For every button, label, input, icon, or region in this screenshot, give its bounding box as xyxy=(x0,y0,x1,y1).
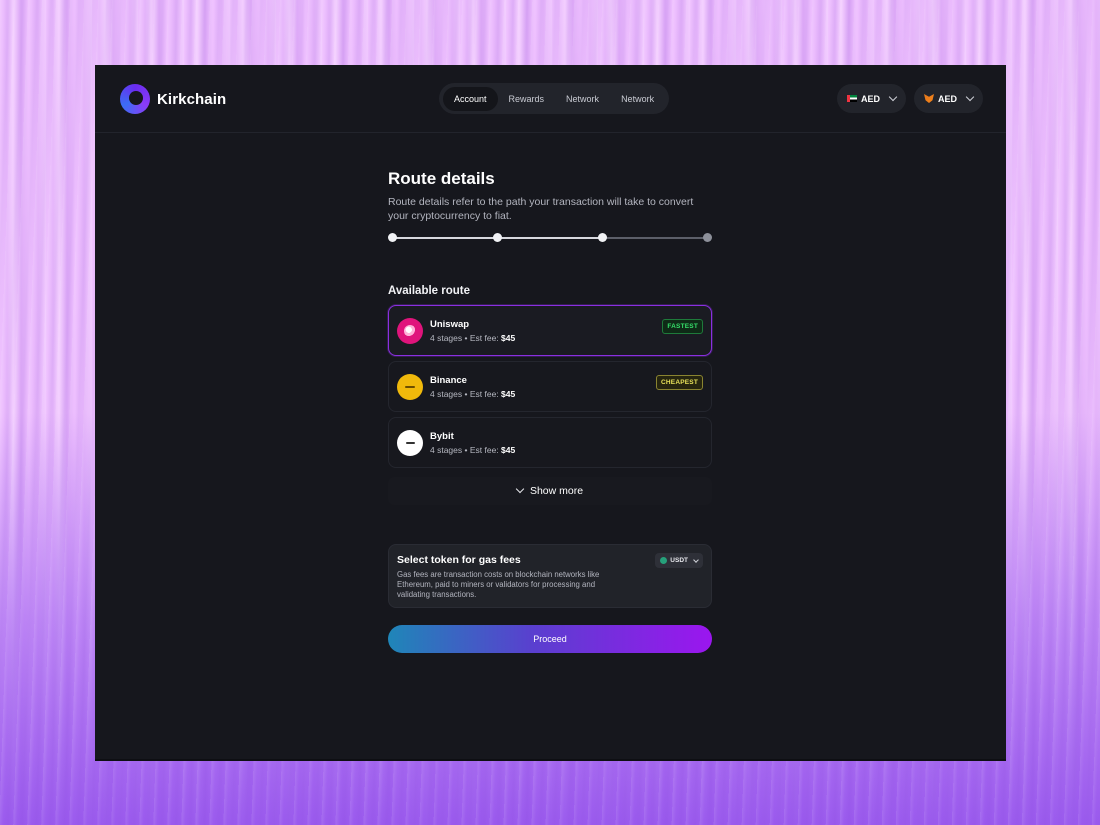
route-option-binance[interactable]: Binance 4 stages • Est fee: $45 CHEAPEST xyxy=(388,361,712,412)
route-fee-label: Est fee: xyxy=(469,445,499,455)
page-title: Route details xyxy=(388,169,495,188)
route-name: Uniswap xyxy=(430,319,470,330)
route-fee-label: Est fee: xyxy=(469,389,499,399)
route-stages: 4 stages xyxy=(430,389,463,399)
uniswap-logo-icon xyxy=(397,318,423,344)
show-more-button[interactable]: Show more xyxy=(388,477,712,505)
step-dot-4 xyxy=(703,233,712,242)
top-bar: Kirkchain Account Rewards Network Networ… xyxy=(95,65,1006,133)
page-description: Route details refer to the path your tra… xyxy=(388,196,694,222)
route-fee: $45 xyxy=(501,333,516,343)
route-fee: $45 xyxy=(501,445,516,455)
route-details-panel: Route details Route details refer to the… xyxy=(388,169,712,653)
main-nav: Account Rewards Network Network xyxy=(439,83,670,114)
progress-stepper xyxy=(388,233,712,243)
gas-token-value: USDT xyxy=(670,557,688,564)
tab-account[interactable]: Account xyxy=(443,86,498,111)
step-dot-3 xyxy=(598,233,607,242)
tab-rewards[interactable]: Rewards xyxy=(498,87,556,111)
uae-flag-icon xyxy=(847,95,857,102)
cheapest-badge: CHEAPEST xyxy=(656,375,703,390)
route-fee-label: Est fee: xyxy=(469,333,499,343)
gas-description: Gas fees are transaction costs on blockc… xyxy=(397,570,600,599)
usdt-icon xyxy=(660,557,668,564)
brand-name: Kirkchain xyxy=(157,90,227,108)
progress-line-remaining xyxy=(603,237,707,239)
gas-token-card: Select token for gas fees Gas fees are t… xyxy=(388,544,712,608)
gas-title: Select token for gas fees xyxy=(397,554,521,566)
route-stages: 4 stages xyxy=(430,445,463,455)
route-meta: 4 stages • Est fee: $45 xyxy=(430,333,516,343)
route-name: Bybit xyxy=(430,431,454,442)
fiat-currency-selector[interactable]: AED xyxy=(837,84,907,113)
gas-token-select[interactable]: USDT xyxy=(655,553,703,568)
binance-logo-icon xyxy=(397,374,423,400)
route-option-bybit[interactable]: Bybit 4 stages • Est fee: $45 xyxy=(388,417,712,468)
step-dot-2 xyxy=(493,233,502,242)
show-more-label: Show more xyxy=(529,485,584,497)
bybit-logo-icon xyxy=(397,430,423,456)
chevron-down-icon xyxy=(693,556,699,563)
fiat-currency-label: AED xyxy=(861,93,881,104)
route-meta: 4 stages • Est fee: $45 xyxy=(430,389,516,399)
tab-network[interactable]: Network xyxy=(555,87,610,111)
chevron-down-icon xyxy=(515,484,525,494)
wallet-currency-label: AED xyxy=(938,93,958,104)
chevron-down-icon xyxy=(965,92,975,102)
route-name: Binance xyxy=(430,375,467,386)
chevron-down-icon xyxy=(888,92,898,102)
route-meta: 4 stages • Est fee: $45 xyxy=(430,445,516,455)
route-option-uniswap[interactable]: Uniswap 4 stages • Est fee: $45 FASTEST xyxy=(388,305,712,356)
kirkchain-logo-icon xyxy=(120,84,150,114)
available-route-heading: Available route xyxy=(388,285,471,297)
metamask-fox-icon xyxy=(924,94,934,103)
route-stages: 4 stages xyxy=(430,333,463,343)
step-dot-1 xyxy=(388,233,397,242)
brand[interactable]: Kirkchain xyxy=(120,84,226,114)
fastest-badge: FASTEST xyxy=(662,319,703,334)
app-window: Kirkchain Account Rewards Network Networ… xyxy=(95,65,1006,759)
tab-network-2[interactable]: Network xyxy=(610,87,665,111)
route-fee: $45 xyxy=(501,389,516,399)
wallet-currency-selector[interactable]: AED xyxy=(914,84,984,113)
proceed-button[interactable]: Proceed xyxy=(388,625,712,653)
